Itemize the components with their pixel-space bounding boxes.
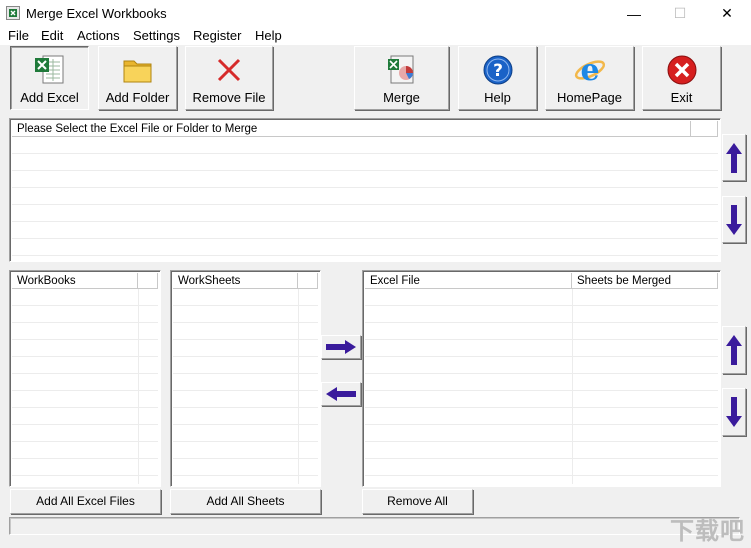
remove-all-button[interactable]: Remove All (362, 489, 473, 514)
merge-label: Merge (383, 90, 420, 105)
merge-icon (387, 55, 413, 84)
remove-file-label: Remove File (192, 90, 266, 105)
file-list-rows (12, 137, 718, 259)
maximize-button[interactable]: ☐ (657, 0, 703, 27)
add-all-sheets-button[interactable]: Add All Sheets (170, 489, 321, 514)
add-all-excel-files-button[interactable]: Add All Excel Files (10, 489, 161, 514)
merge-list-rows (365, 289, 718, 484)
folder-icon (123, 60, 151, 83)
app-icon (6, 6, 20, 20)
add-folder-label: Add Folder (105, 90, 170, 105)
workbooks-col-divider (138, 289, 139, 484)
add-excel-button[interactable]: Add Excel (10, 46, 89, 110)
svg-text:?: ? (493, 61, 503, 81)
file-list[interactable]: Please Select the Excel File or Folder t… (9, 118, 721, 262)
arrow-right-icon (326, 340, 356, 354)
help-button[interactable]: ? Help (458, 46, 537, 110)
workbooks-list[interactable]: WorkBooks (9, 270, 161, 487)
menu-settings[interactable]: Settings (133, 28, 180, 43)
homepage-label: HomePage (556, 90, 623, 105)
homepage-button[interactable]: e HomePage (545, 46, 634, 110)
menu-register[interactable]: Register (193, 28, 241, 43)
remove-file-button[interactable]: Remove File (185, 46, 273, 110)
merge-move-up-button[interactable] (722, 326, 746, 374)
excel-file-icon (34, 55, 63, 84)
watermark: 下载吧 (670, 518, 745, 545)
file-move-down-button[interactable] (722, 196, 746, 243)
worksheets-list[interactable]: WorkSheets (170, 270, 321, 487)
arrow-up-icon (726, 335, 742, 365)
arrow-up-icon (726, 142, 742, 173)
internet-explorer-icon: e (574, 53, 605, 87)
close-window-button[interactable]: ✕ (704, 0, 750, 27)
workbooks-rows (12, 289, 158, 484)
add-excel-label: Add Excel (20, 90, 79, 105)
merge-col-sheets[interactable]: Sheets be Merged (572, 273, 718, 289)
help-question-icon: ? (483, 55, 512, 85)
remove-sheet-button[interactable] (321, 382, 361, 406)
menu-file[interactable]: File (8, 28, 29, 43)
exit-label: Exit (670, 90, 693, 105)
menu-help[interactable]: Help (255, 28, 282, 43)
menu-edit[interactable]: Edit (41, 28, 63, 43)
menu-actions[interactable]: Actions (77, 28, 120, 43)
file-list-header-extra (691, 121, 718, 137)
arrow-down-icon (726, 204, 742, 235)
merge-col-excel-file[interactable]: Excel File (365, 273, 572, 289)
worksheets-col-divider (298, 289, 299, 484)
arrow-down-icon (726, 397, 742, 427)
arrow-left-icon (326, 387, 356, 401)
help-label: Help (484, 90, 511, 105)
workbooks-header[interactable]: WorkBooks (12, 273, 138, 289)
minimize-button[interactable]: — (611, 0, 657, 27)
exit-icon (667, 55, 696, 85)
worksheets-header-extra (298, 273, 318, 289)
menu-bar: File Edit Actions Settings Register Help (0, 27, 751, 45)
status-bar (9, 517, 740, 535)
add-folder-button[interactable]: Add Folder (98, 46, 177, 110)
file-move-up-button[interactable] (722, 134, 746, 181)
merge-list[interactable]: Excel File Sheets be Merged (362, 270, 721, 487)
title-bar: Merge Excel Workbooks — ☐ ✕ (0, 0, 751, 27)
window-title: Merge Excel Workbooks (26, 6, 167, 21)
worksheets-header[interactable]: WorkSheets (173, 273, 298, 289)
svg-text:e: e (580, 53, 599, 87)
worksheets-rows (173, 289, 318, 484)
add-sheet-button[interactable] (321, 335, 361, 359)
workbooks-header-extra (138, 273, 158, 289)
merge-col-divider (572, 289, 573, 484)
remove-x-icon (217, 58, 241, 82)
merge-button[interactable]: Merge (354, 46, 449, 110)
file-list-header[interactable]: Please Select the Excel File or Folder t… (12, 121, 691, 137)
merge-move-down-button[interactable] (722, 388, 746, 436)
exit-button[interactable]: Exit (642, 46, 721, 110)
